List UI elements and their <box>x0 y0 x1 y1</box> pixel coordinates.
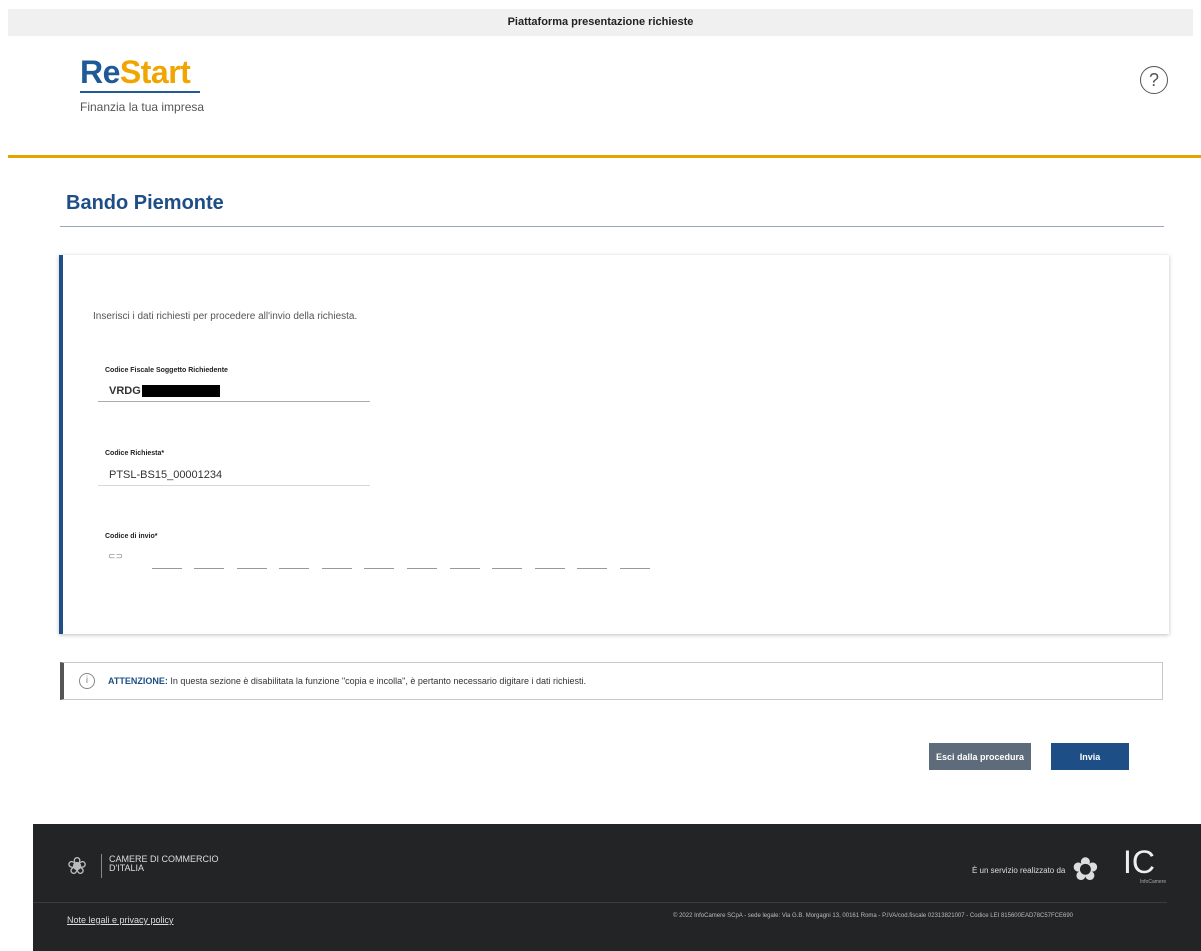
codice-invio-label: Codice di invio* <box>105 533 158 540</box>
code-slot-8[interactable] <box>450 568 480 569</box>
codice-richiesta-label: Codice Richiesta* <box>105 450 165 457</box>
notice-text: ATTENZIONE: In questa sezione è disabili… <box>108 676 586 686</box>
infocamere-tree-icon: ✿ <box>1072 851 1099 887</box>
code-slot-1[interactable] <box>152 568 182 569</box>
codice-fiscale-field[interactable]: VRDG <box>98 380 370 402</box>
infocamere-logo: IC <box>1123 844 1155 880</box>
code-slot-6[interactable] <box>364 568 394 569</box>
org-line-2: D'ITALIA <box>109 863 145 873</box>
code-slot-11[interactable] <box>577 568 607 569</box>
code-slot-5[interactable] <box>322 568 352 569</box>
camere-commercio-logo-icon: ❀ <box>67 853 88 880</box>
code-slot-12[interactable] <box>620 568 650 569</box>
logo-separator <box>101 854 102 878</box>
camere-commercio-name: CAMERE DI COMMERCIO D'ITALIA <box>109 855 219 873</box>
logo-start: Start <box>119 54 191 90</box>
logo-tagline: Finanzia la tua impresa <box>80 100 205 114</box>
notice-bold: ATTENZIONE: <box>108 676 168 686</box>
legal-privacy-link[interactable]: Note legali e privacy policy <box>67 915 174 925</box>
help-icon[interactable]: ? <box>1140 66 1168 94</box>
footer: ❀ CAMERE DI COMMERCIO D'ITALIA È un serv… <box>33 824 1201 951</box>
form-intro: Inserisci i dati richiesti per procedere… <box>93 311 358 322</box>
codice-richiesta-value: PTSL-BS15_00001234 <box>109 469 223 481</box>
logo-underline <box>80 91 200 93</box>
code-slot-2[interactable] <box>194 568 224 569</box>
redaction-bar <box>141 385 220 398</box>
service-text: È un servizio realizzato da <box>972 866 1066 875</box>
send-button[interactable]: Invia <box>1051 743 1129 770</box>
code-slot-10[interactable] <box>535 568 565 569</box>
code-slot-7[interactable] <box>407 568 437 569</box>
codice-richiesta-field[interactable]: PTSL-BS15_00001234 <box>98 464 370 486</box>
title-divider <box>60 226 1164 227</box>
notice-body: In questa sezione è disabilitata la funz… <box>167 676 586 686</box>
infocamere-subtitle: InfoCamere <box>1140 879 1167 885</box>
codice-fiscale-label: Codice Fiscale Soggetto Richiedente <box>105 367 228 374</box>
logo-wordmark: ReStart <box>80 55 204 89</box>
page-title: Bando Piemonte <box>66 192 224 214</box>
codice-fiscale-value: VRDG <box>109 385 141 397</box>
code-slot-4[interactable] <box>279 568 309 569</box>
code-slot-9[interactable] <box>492 568 522 569</box>
copyright-text: © 2022 InfoCamere SCpA - sede legale: Vi… <box>673 913 1074 919</box>
code-slot-3[interactable] <box>237 568 267 569</box>
key-icon: ⊂⊃ <box>108 551 124 561</box>
header-divider <box>8 155 1201 158</box>
copy-paste-notice: i ATTENZIONE: In questa sezione è disabi… <box>60 662 1163 700</box>
exit-procedure-button[interactable]: Esci dalla procedura <box>929 743 1031 770</box>
footer-divider <box>33 902 1167 903</box>
platform-topbar: Piattaforma presentazione richieste <box>8 9 1193 36</box>
info-circle-icon: i <box>79 673 95 689</box>
help-symbol: ? <box>1148 70 1159 90</box>
request-form-card: Inserisci i dati richiesti per procedere… <box>59 255 1169 634</box>
logo-re: Re <box>80 54 120 90</box>
restart-logo[interactable]: ReStart Finanzia la tua impresa <box>80 55 204 114</box>
platform-title: Piattaforma presentazione richieste <box>507 16 694 28</box>
